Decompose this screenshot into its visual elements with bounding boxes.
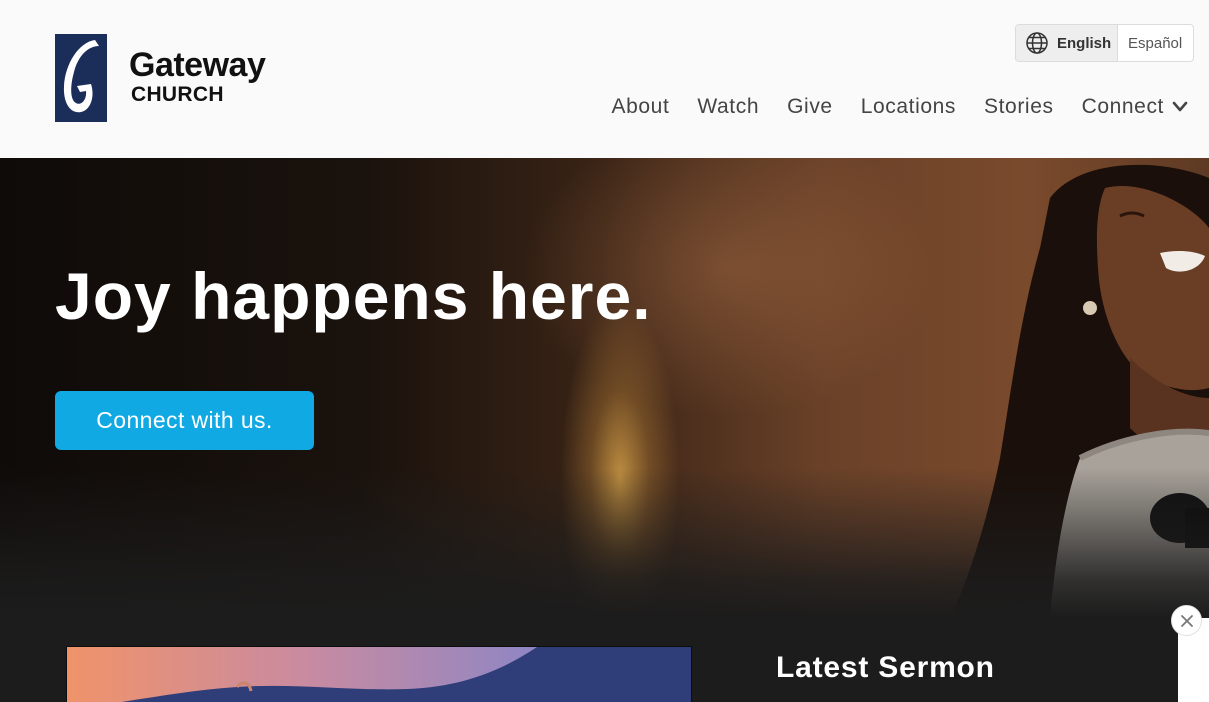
logo-subtitle: CHURCH — [131, 83, 224, 106]
language-switcher: English Español — [1015, 24, 1194, 62]
globe-icon — [1026, 32, 1048, 54]
logo-mark-icon — [55, 34, 107, 122]
latest-sermon-section: Latest Sermon — [0, 618, 1209, 702]
language-spanish-button[interactable]: Español — [1118, 25, 1182, 61]
nav-item-give[interactable]: Give — [787, 92, 833, 122]
nav-item-about[interactable]: About — [612, 92, 670, 122]
site-header: Gateway CHURCH English Español About Wat… — [0, 0, 1209, 158]
language-english-label: English — [1057, 34, 1112, 52]
language-spanish-label: Español — [1128, 34, 1183, 52]
close-icon — [1180, 614, 1193, 627]
nav-item-locations[interactable]: Locations — [861, 92, 956, 122]
sermon-thumbnail[interactable] — [66, 646, 692, 702]
close-button[interactable] — [1171, 605, 1202, 636]
nav-item-connect-label: Connect — [1081, 95, 1164, 118]
latest-sermon-heading: Latest Sermon — [776, 651, 995, 684]
nav-item-watch[interactable]: Watch — [697, 92, 759, 122]
hero-headline: Joy happens here. — [55, 259, 652, 333]
connect-with-us-button[interactable]: Connect with us. — [55, 391, 314, 450]
sermon-artwork-image — [67, 647, 691, 702]
nav-item-connect[interactable]: Connect — [1082, 92, 1188, 122]
logo-name: Gateway — [129, 46, 266, 84]
chevron-down-icon — [1172, 101, 1188, 112]
hero-bottom-fade — [0, 468, 1209, 618]
language-english-button[interactable]: English — [1016, 25, 1118, 61]
gateway-church-logo[interactable]: Gateway CHURCH — [55, 34, 285, 124]
nav-item-stories[interactable]: Stories — [984, 92, 1054, 122]
hero-banner: Joy happens here. Connect with us. — [0, 158, 1209, 618]
main-nav: About Watch Give Locations Stories Conne… — [584, 92, 1189, 122]
